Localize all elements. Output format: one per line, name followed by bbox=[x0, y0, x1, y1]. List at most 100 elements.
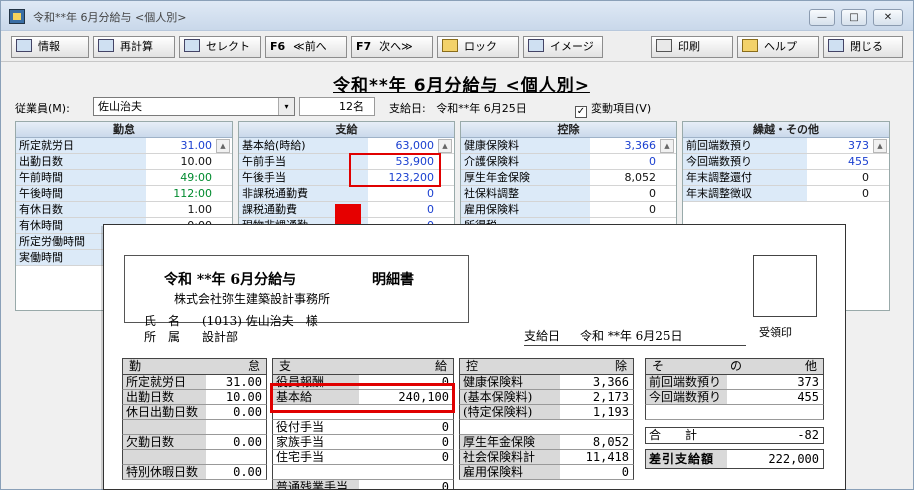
employee-name-row: 氏 名 (1013) 佐山治夫 様 bbox=[144, 314, 318, 328]
scroll-up-icon[interactable]: ▲ bbox=[216, 139, 230, 153]
payslip-title: 令和 **年 6月分給与 bbox=[164, 272, 297, 288]
payslip-preview: 令和 **年 6月分給与 明細書 株式会社弥生建築設計事務所 氏 名 (1013)… bbox=[103, 224, 846, 490]
scroll-up-icon[interactable]: ▲ bbox=[873, 139, 887, 153]
list-item: 今回端数預り 455 bbox=[645, 390, 824, 405]
select-icon bbox=[184, 39, 200, 52]
list-item: 家族手当 0 bbox=[272, 435, 454, 450]
checkbox-check-icon: ✓ bbox=[575, 106, 587, 118]
net-pay-row: 差引支給額 222,000 bbox=[645, 449, 824, 469]
list-item: (特定保険料) 1,193 bbox=[459, 405, 634, 420]
list-item: 普通残業手当 0 bbox=[272, 480, 454, 489]
info-button[interactable]: 情報 bbox=[11, 36, 89, 58]
table-row[interactable]: 前回端数預り 373 ▲ bbox=[683, 138, 889, 154]
payslip-deduction-section: 控除 健康保険料 3,366 (基本保険料) 2,173 (特定保険料) 1,193 … bbox=[459, 358, 634, 480]
payment-panel-title: 支給 bbox=[239, 122, 454, 138]
receipt-stamp-label: 受領印 bbox=[759, 326, 792, 339]
table-row[interactable]: 基本給(時給) 63,000 ▲ bbox=[239, 138, 454, 154]
payslip-pay-date: 支給日 令和 **年 6月25日 bbox=[524, 327, 746, 346]
scroll-up-icon[interactable]: ▲ bbox=[660, 139, 674, 153]
table-row[interactable]: 所定就労日 31.00 ▲ bbox=[16, 138, 232, 154]
prev-button[interactable]: F6 ≪前へ bbox=[265, 36, 347, 58]
table-row[interactable]: 有休日数 1.00 bbox=[16, 202, 232, 218]
title-bar: 令和**年 6月分給与 <個人別> — □ ✕ bbox=[1, 1, 913, 31]
list-item: 厚生年金保険 8,052 bbox=[459, 435, 634, 450]
employee-count: 12名 bbox=[299, 97, 375, 116]
list-item: 住宅手当 0 bbox=[272, 450, 454, 465]
key-icon bbox=[442, 39, 458, 52]
scroll-up-icon[interactable]: ▲ bbox=[438, 139, 452, 153]
list-item bbox=[459, 420, 634, 435]
app-icon bbox=[9, 9, 25, 24]
table-row[interactable]: 年末調整還付 0 bbox=[683, 170, 889, 186]
image-button[interactable]: イメージ bbox=[523, 36, 603, 58]
payslip-payment-section: 支給 役員報酬 0 基本給 240,100 役付手当 0 家族手当 0 住宅手当 0 普通… bbox=[272, 358, 454, 489]
printer-icon bbox=[656, 39, 672, 52]
table-row[interactable]: 厚生年金保険 8,052 bbox=[461, 170, 676, 186]
section-header: 支給 bbox=[272, 358, 454, 375]
list-item bbox=[272, 465, 454, 480]
table-row[interactable]: 社保料調整 0 bbox=[461, 186, 676, 202]
receipt-stamp-box bbox=[753, 255, 817, 317]
table-row[interactable]: 出勤日数 10.00 bbox=[16, 154, 232, 170]
close-window-button[interactable]: ✕ bbox=[873, 9, 903, 26]
employee-row: 従業員(M): 佐山治夫 ▾ 12名 支給日: 令和**年 6月25日 ✓ 変動項… bbox=[15, 97, 905, 118]
list-item: 休日出勤日数 0.00 bbox=[122, 405, 267, 420]
section-header: 勤怠 bbox=[122, 358, 267, 375]
payslip-attendance-section: 勤怠 所定就労日 31.00 出勤日数 10.00 休日出勤日数 0.00 欠勤日数 0… bbox=[122, 358, 267, 480]
table-row[interactable]: 午前時間 49:00 bbox=[16, 170, 232, 186]
list-item: 欠勤日数 0.00 bbox=[122, 435, 267, 450]
select-button[interactable]: セレクト bbox=[179, 36, 261, 58]
carryover-panel-title: 繰越・その他 bbox=[683, 122, 889, 138]
table-row[interactable]: 今回端数預り 455 bbox=[683, 154, 889, 170]
section-header: 控除 bbox=[459, 358, 634, 375]
payslip-title-suffix: 明細書 bbox=[372, 272, 414, 288]
list-item: 健康保険料 3,366 bbox=[459, 375, 634, 390]
table-row[interactable]: 午後時間 112:00 bbox=[16, 186, 232, 202]
payslip-other-section: その他 前回端数預り 373 今回端数預り 455 合 計 -82 差引支給額 222,… bbox=[645, 358, 824, 469]
table-row[interactable]: 健康保険料 3,366 ▲ bbox=[461, 138, 676, 154]
list-item: 社会保険料計 11,418 bbox=[459, 450, 634, 465]
list-item: 役付手当 0 bbox=[272, 420, 454, 435]
section-header: その他 bbox=[645, 358, 824, 375]
minimize-button[interactable]: — bbox=[809, 9, 835, 26]
maximize-button[interactable]: □ bbox=[841, 9, 867, 26]
company-name: 株式会社弥生建築設計事務所 bbox=[174, 292, 331, 306]
list-item bbox=[122, 450, 267, 465]
department-row: 所 属設計部 bbox=[144, 330, 239, 344]
lock-button[interactable]: ロック bbox=[437, 36, 519, 58]
other-total-row: 合 計 -82 bbox=[645, 427, 824, 444]
table-row[interactable]: 年末調整徴収 0 bbox=[683, 186, 889, 202]
question-mark-icon bbox=[742, 39, 758, 52]
list-item: 前回端数預り 373 bbox=[645, 375, 824, 390]
variable-items-checkbox[interactable]: ✓ 変動項目(V) bbox=[575, 100, 651, 118]
help-button[interactable]: ヘルプ bbox=[737, 36, 819, 58]
recalc-button[interactable]: 再計算 bbox=[93, 36, 175, 58]
list-item bbox=[122, 420, 267, 435]
report-title: 令和**年 6月分給与 <個人別> bbox=[333, 76, 590, 96]
list-item: 雇用保険料 0 bbox=[459, 465, 634, 480]
exit-door-icon bbox=[828, 39, 844, 52]
allowance-highlight-box bbox=[349, 153, 441, 187]
toolbar: 情報 再計算 セレクト F6 ≪前へ F7 次へ≫ ロック イメージ 印刷 ヘルプ … bbox=[1, 32, 913, 62]
monitor-icon bbox=[528, 39, 544, 52]
list-item: (基本保険料) 2,173 bbox=[459, 390, 634, 405]
pay-date: 支給日: 令和**年 6月25日 bbox=[389, 102, 527, 115]
list-item bbox=[645, 405, 824, 420]
next-button[interactable]: F7 次へ≫ bbox=[351, 36, 433, 58]
chevron-down-icon[interactable]: ▾ bbox=[278, 98, 294, 115]
table-row[interactable]: 雇用保険料 0 bbox=[461, 202, 676, 218]
info-icon bbox=[16, 39, 32, 52]
employee-label: 従業員(M): bbox=[15, 102, 70, 115]
calculator-icon bbox=[98, 39, 114, 52]
attendance-panel-title: 勤怠 bbox=[16, 122, 232, 138]
print-button[interactable]: 印刷 bbox=[651, 36, 733, 58]
window-title: 令和**年 6月分給与 <個人別> bbox=[33, 11, 187, 24]
list-item: 出勤日数 10.00 bbox=[122, 390, 267, 405]
close-button[interactable]: 閉じる bbox=[823, 36, 903, 58]
employee-select[interactable]: 佐山治夫 ▾ bbox=[93, 97, 295, 116]
table-row[interactable]: 介護保険料 0 bbox=[461, 154, 676, 170]
list-item: 所定就労日 31.00 bbox=[122, 375, 267, 390]
list-item: 特別休暇日数 0.00 bbox=[122, 465, 267, 480]
deduction-panel-title: 控除 bbox=[461, 122, 676, 138]
table-row[interactable]: 非課税通勤費 0 bbox=[239, 186, 454, 202]
